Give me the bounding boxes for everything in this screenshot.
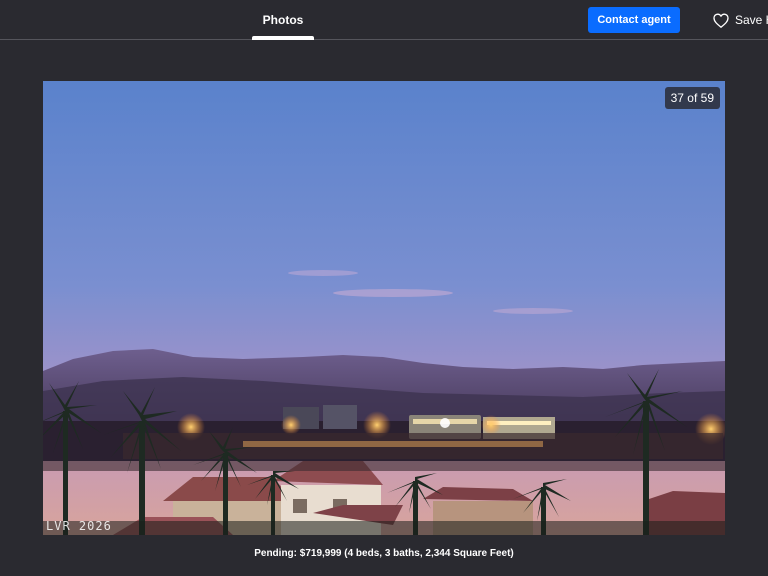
photo-watermark: LVR 2026 [46, 519, 112, 533]
tab-photos-label: Photos [262, 13, 304, 27]
heart-icon [713, 12, 729, 28]
tab-active-indicator [252, 36, 314, 40]
save-home-label: Save H [735, 13, 768, 27]
tab-photos[interactable]: Photos [252, 0, 314, 40]
photo-image [43, 81, 725, 535]
contact-agent-button[interactable]: Contact agent [588, 7, 680, 33]
listing-photo[interactable]: 37 of 59 LVR 2026 [43, 81, 725, 535]
save-home-button[interactable]: Save H [713, 10, 768, 30]
top-bar: Photos Contact agent Save H [0, 0, 768, 40]
photo-counter: 37 of 59 [664, 87, 720, 109]
listing-caption: Pending: $719,999 (4 beds, 3 baths, 2,34… [254, 548, 514, 559]
contact-agent-label: Contact agent [597, 14, 671, 26]
